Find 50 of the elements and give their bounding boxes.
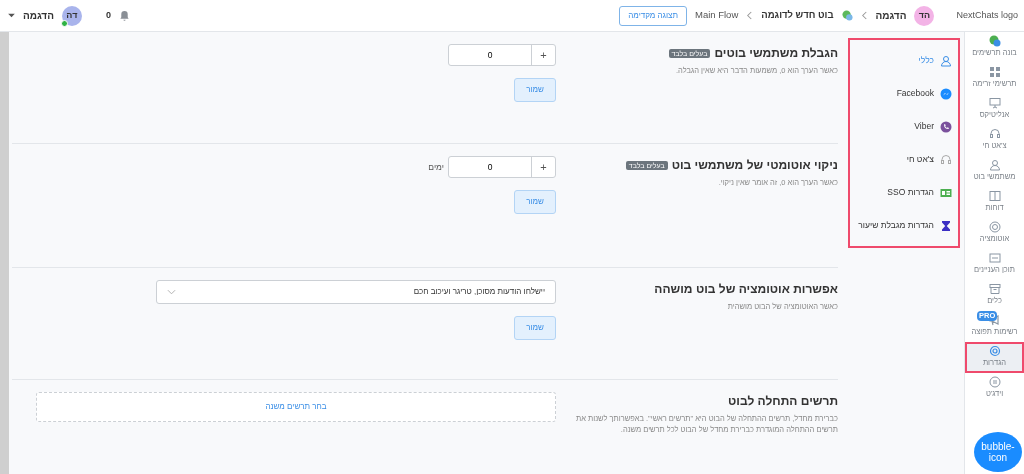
archive-box-icon [988,283,1001,295]
save-button[interactable]: שמור [514,190,556,214]
save-button[interactable]: שמור [514,78,556,102]
messenger-icon [940,87,952,100]
settings-menu-item[interactable]: הגדרות מגבלת שיעור [850,209,958,242]
person-icon [988,159,1001,171]
choose-subflow-button[interactable]: בחר תרשים משנה [36,392,556,422]
bell-icon [118,10,130,21]
grid-icon [988,66,1001,78]
scrollbar[interactable] [0,32,9,474]
settings-menu-item[interactable]: הגדרות SSO [850,176,958,209]
preview-button[interactable]: תצוגה מקדימה [619,5,687,26]
user-avatar[interactable]: דה [61,5,82,26]
plus-button[interactable]: + [531,45,555,65]
unit-label: ימים [428,161,444,174]
settings-menu-item[interactable]: Viber [850,110,958,143]
phone-bubble-icon [940,120,952,133]
headset-icon [940,153,952,166]
dropdown-select[interactable]: יישלחו הודעות מסוכן, טריגר ועיכוב חכם [156,280,556,304]
settings-menu-item[interactable]: צ'אט חי [850,143,958,176]
chevron-down-icon [167,289,176,295]
settings-menu-item[interactable]: כללי [850,44,958,77]
chat-bubbles-icon [988,35,1001,47]
person-icon [940,54,952,67]
number-stepper[interactable]: + 0 [448,44,556,66]
workspace-avatar: הד [914,5,935,26]
section-title: תרשים התחלה לבוט [728,394,838,408]
logo-image: NextChats logo [956,8,1018,22]
section-title: ניקוי אוטומטי של משתמשי בוט [671,158,838,172]
chevron-icon [860,11,868,20]
settings-menu-item[interactable]: Facebook [850,77,958,110]
section-title: הגבלת משתמשי בוטים [714,46,838,60]
chat-circle-icon [988,376,1001,388]
breadcrumb-link[interactable]: Main Flow [694,8,739,23]
hourglass-icon [940,219,952,232]
chat-bubbles-icon [841,10,853,21]
id-card-icon [940,186,952,199]
section-title: אפשרות אוטומציה של בוט מושהה [654,282,838,296]
presentation-board-icon [988,97,1001,109]
notification-count: 0 [105,8,111,22]
chevron-icon [746,11,754,20]
book-icon [988,190,1001,202]
user-name[interactable]: הדגמה [23,8,54,23]
save-button[interactable]: שמור [514,316,556,340]
headset-icon [988,128,1001,140]
plus-button[interactable]: + [531,157,555,177]
breadcrumb-link[interactable]: בוט חדש לדוגמה [761,8,834,23]
workspace-name[interactable]: הדגמה [875,8,907,23]
number-stepper[interactable]: + 0 [448,156,556,178]
caret-icon [8,13,15,18]
